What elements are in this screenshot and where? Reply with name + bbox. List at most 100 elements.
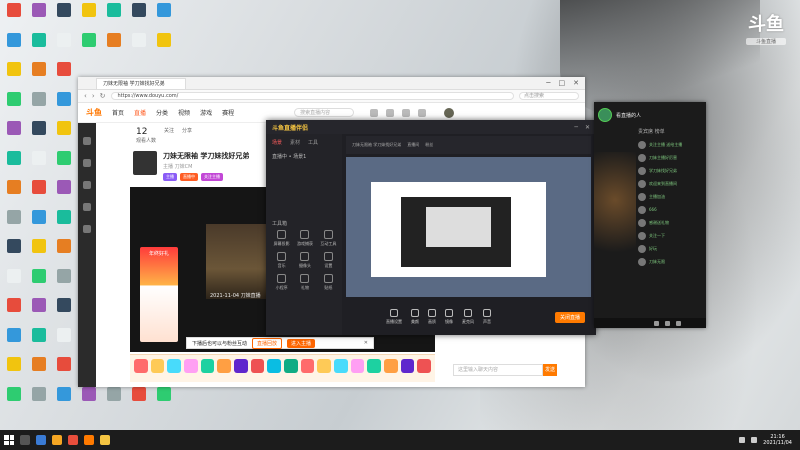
refresh-icon[interactable]: ↻ (100, 92, 106, 100)
desktop-icon[interactable] (102, 32, 126, 60)
chat-user-avatar[interactable] (638, 218, 646, 227)
sa-tool-button[interactable]: 设置 (317, 252, 340, 269)
tray-icon[interactable] (739, 437, 746, 443)
gift-item[interactable] (284, 359, 298, 373)
desktop-icon[interactable] (27, 386, 51, 414)
desktop-icon[interactable] (52, 356, 76, 384)
desktop-icon[interactable] (52, 61, 76, 89)
sa-bottom-button[interactable]: 麦克风 (462, 309, 474, 325)
nav-live[interactable]: 直播 (134, 108, 146, 117)
desktop-icon[interactable] (2, 2, 26, 30)
gift-item[interactable] (384, 359, 398, 373)
maximize-button[interactable]: □ (559, 79, 566, 87)
nav-home[interactable]: 首页 (112, 108, 124, 117)
sa-bottom-button[interactable]: 美颜 (411, 309, 419, 325)
gift-item[interactable] (184, 359, 198, 373)
desktop-icon[interactable] (2, 91, 26, 119)
desktop-icon[interactable] (27, 209, 51, 237)
go-live-button[interactable]: 关闭直播 (554, 311, 585, 323)
desktop-icon[interactable] (27, 2, 51, 30)
desktop-icon[interactable] (2, 356, 26, 384)
taskbar-clock[interactable]: 21:16 2021/11/04 (763, 434, 792, 446)
desktop-icon[interactable] (27, 61, 51, 89)
browser-search-input[interactable]: 点击搜索 (519, 92, 579, 100)
chat-user-avatar[interactable] (638, 192, 646, 201)
chat-user-avatar[interactable] (638, 205, 646, 214)
nav-category[interactable]: 分类 (156, 108, 168, 117)
back-icon[interactable]: ‹ (84, 92, 87, 100)
desktop-icon[interactable] (2, 209, 26, 237)
desktop-icon[interactable] (2, 120, 26, 148)
desktop-icon[interactable] (27, 120, 51, 148)
tray-icon[interactable] (751, 437, 758, 443)
gift-item[interactable] (250, 359, 265, 373)
sa-bottom-button[interactable]: 画质 (428, 309, 436, 325)
sidebar-game-icon[interactable] (83, 225, 91, 233)
desktop-icon[interactable] (27, 268, 51, 296)
download-icon[interactable] (418, 108, 427, 117)
desktop-icon[interactable] (52, 238, 76, 266)
promo-banner[interactable]: 年终好礼 (140, 247, 178, 342)
taskbar-app-icon[interactable] (52, 435, 62, 445)
history-icon[interactable] (370, 108, 379, 117)
toast-enter-button[interactable]: 进入主播 (287, 338, 316, 348)
sa-tab-tools[interactable]: 工具 (308, 139, 318, 146)
chat-user-avatar[interactable] (638, 257, 646, 266)
chat-panel-avatar[interactable] (598, 108, 612, 122)
desktop-icon[interactable] (2, 327, 26, 355)
desktop-icon[interactable] (127, 2, 151, 30)
chat-input[interactable]: 这里输入聊天内容 (453, 364, 543, 376)
desktop-icon[interactable] (152, 32, 176, 60)
desktop-icon[interactable] (52, 327, 76, 355)
desktop-icon[interactable] (2, 179, 26, 207)
sa-tool-button[interactable]: 贴纸 (317, 274, 340, 291)
sa-close-button[interactable]: ✕ (585, 124, 590, 131)
desktop-icon[interactable] (27, 179, 51, 207)
desktop-icon[interactable] (2, 150, 26, 178)
send-button[interactable]: 发送 (543, 364, 557, 376)
gift-item[interactable] (400, 359, 415, 373)
desktop-icon[interactable] (52, 209, 76, 237)
sa-tab-material[interactable]: 素材 (290, 139, 300, 146)
desktop-icon[interactable] (27, 32, 51, 60)
nav-game[interactable]: 游戏 (200, 108, 212, 117)
chat-user-avatar[interactable] (638, 179, 646, 188)
message-icon[interactable] (402, 108, 411, 117)
minimize-button[interactable]: ─ (546, 79, 550, 87)
desktop-icon[interactable] (152, 2, 176, 30)
taskbar-app-icon[interactable] (36, 435, 46, 445)
sa-tool-button[interactable]: 屏幕投影 (270, 230, 293, 247)
toast-replay-button[interactable]: 直播回放 (252, 337, 283, 349)
stream-preview[interactable] (346, 157, 591, 297)
nav-schedule[interactable]: 赛程 (222, 108, 234, 117)
sa-room-link[interactable]: 直播间 (407, 142, 419, 148)
taskbar-app-icon[interactable] (68, 435, 78, 445)
desktop-icon[interactable] (52, 120, 76, 148)
desktop-icon[interactable] (52, 179, 76, 207)
sa-scene-item[interactable]: 直播中 • 场景1 (272, 153, 336, 160)
gift-item[interactable] (367, 359, 382, 373)
desktop-icon[interactable] (27, 356, 51, 384)
desktop-icon[interactable] (127, 386, 151, 414)
desktop-icon[interactable] (52, 150, 76, 178)
sa-fans-link[interactable]: 粉丝 (425, 142, 433, 148)
gift-item[interactable] (150, 359, 165, 373)
desktop-icon[interactable] (2, 61, 26, 89)
taskbar-app-icon[interactable] (100, 435, 110, 445)
sidebar-follow-icon[interactable] (83, 159, 91, 167)
gift-item[interactable] (234, 359, 248, 373)
browser-tab[interactable]: 刀妹无限袖 学刀妹找好兄弟 (96, 77, 186, 89)
chat-panel-tabs[interactable]: 贵宾席 榜单 (594, 128, 706, 138)
sa-tool-button[interactable]: 音乐 (270, 252, 293, 269)
desktop-icon[interactable] (52, 268, 76, 296)
chat-user-avatar[interactable] (638, 153, 646, 162)
gift-item[interactable] (317, 359, 332, 373)
desktop-icon[interactable] (2, 386, 26, 414)
gift-item[interactable] (334, 359, 348, 373)
desktop-icon[interactable] (2, 268, 26, 296)
follow-icon[interactable] (386, 108, 395, 117)
chat-user-avatar[interactable] (638, 166, 646, 175)
sa-tool-button[interactable]: 礼物 (293, 274, 316, 291)
streamer-avatar[interactable] (133, 151, 157, 175)
desktop-icon[interactable] (52, 297, 76, 325)
